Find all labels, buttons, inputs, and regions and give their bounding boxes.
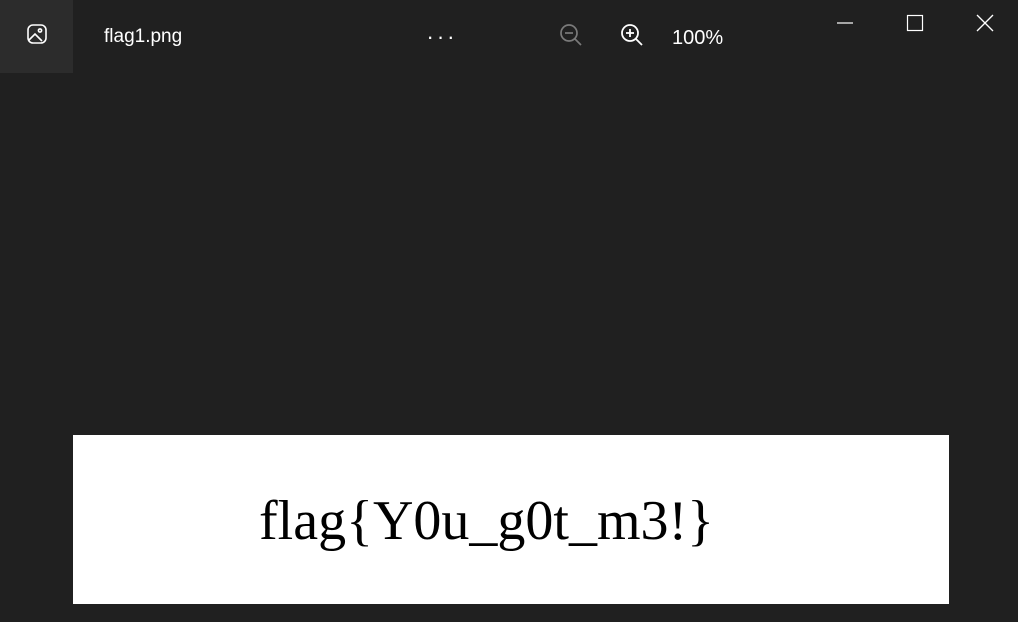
title-bar: flag1.png ··· 100% <box>0 0 1018 73</box>
photos-window: flag1.png ··· 100% flag{Y0u_g0t_m3!} <box>0 0 1018 622</box>
maximize-icon <box>906 14 924 37</box>
minimize-icon <box>836 14 854 37</box>
minimize-button[interactable] <box>822 6 868 44</box>
zoom-out-icon <box>558 22 584 53</box>
maximize-button[interactable] <box>892 6 938 44</box>
zoom-in-icon <box>619 22 645 53</box>
zoom-level[interactable]: 100% <box>672 27 723 49</box>
close-icon <box>976 14 994 37</box>
image-canvas[interactable]: flag{Y0u_g0t_m3!} <box>73 435 949 604</box>
image-text: flag{Y0u_g0t_m3!} <box>259 490 715 552</box>
file-name: flag1.png <box>104 26 183 47</box>
more-options-button[interactable]: ··· <box>420 22 464 52</box>
more-icon: ··· <box>426 24 458 49</box>
close-button[interactable] <box>962 6 1008 44</box>
zoom-in-button[interactable] <box>613 18 651 56</box>
photo-icon <box>25 22 49 51</box>
app-menu-button[interactable] <box>0 0 73 73</box>
zoom-out-button[interactable] <box>552 18 590 56</box>
